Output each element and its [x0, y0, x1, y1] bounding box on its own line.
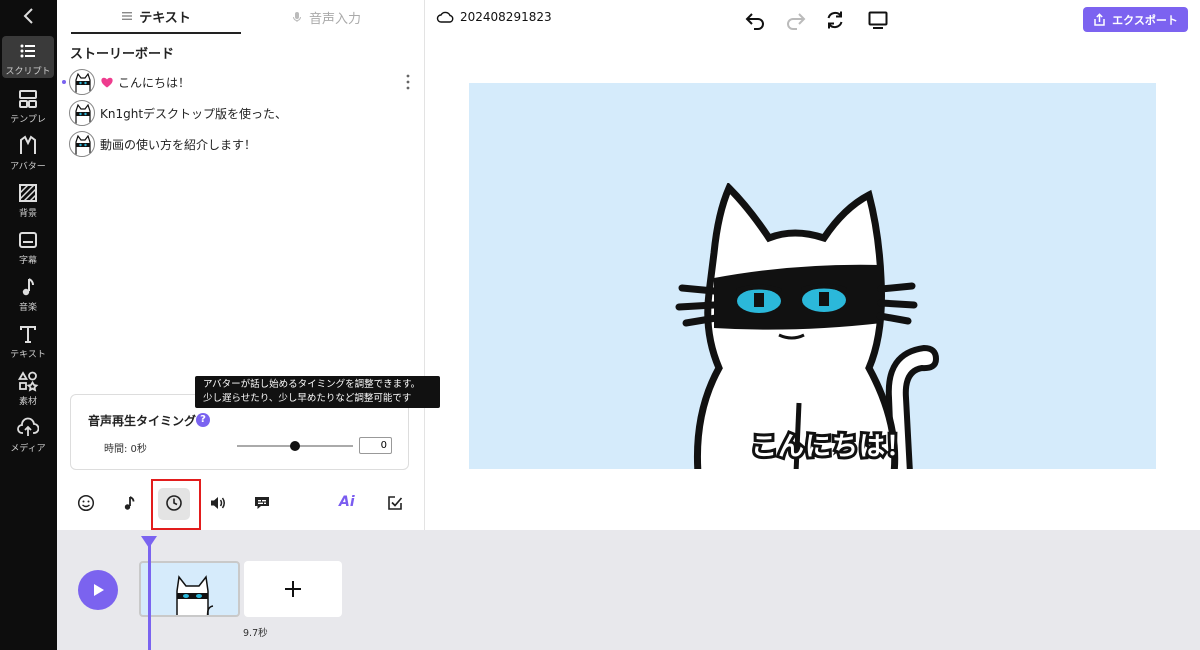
emotion-button[interactable] [71, 488, 101, 518]
timing-time-label: 時間: 0秒 [104, 444, 147, 455]
scene-text[interactable]: 動画の使い方を紹介します！ [100, 136, 256, 153]
help-icon[interactable]: ? [196, 413, 210, 427]
left-rail: スクリプト テンプレ アバター 背景 字幕 音楽 テキスト 素材 メディア [0, 0, 57, 650]
chat-bubble-icon [255, 497, 269, 509]
cat-avatar-icon [75, 103, 91, 125]
upload-icon [17, 417, 39, 436]
music-button[interactable] [114, 488, 144, 518]
timing-tooltip: アバターが話し始めるタイミングを調整できます。 少し遅らせたり、少し早めたりなど… [195, 376, 440, 408]
scene-item[interactable]: こんにちは！ [57, 68, 425, 96]
timing-value-input[interactable] [359, 437, 392, 454]
project-name[interactable]: 202408291823 [436, 8, 552, 26]
slider-thumb[interactable] [290, 441, 300, 451]
assets-icon [17, 371, 39, 392]
music-note-icon [124, 496, 135, 510]
play-icon [94, 584, 104, 596]
tab-voice-input[interactable]: 音声入力 [241, 0, 411, 34]
timeline-clip[interactable] [139, 561, 240, 617]
clip-duration: 9.7秒 [243, 628, 268, 639]
sidebar-item-label: スクリプト [5, 67, 51, 77]
preview-caption: こんにちは！ [748, 429, 915, 465]
share-icon [1094, 13, 1105, 26]
cat-avatar-icon [75, 72, 91, 94]
confirm-button[interactable] [380, 488, 410, 518]
playhead-handle[interactable] [141, 536, 157, 548]
avatar [69, 131, 95, 157]
sidebar-item-background[interactable]: 背景 [2, 178, 54, 220]
tab-label: 音声入力 [308, 11, 361, 27]
sidebar-item-label: アバター [10, 162, 46, 172]
avatar [69, 100, 95, 126]
template-icon [19, 90, 37, 108]
sidebar-item-script[interactable]: スクリプト [2, 36, 54, 78]
lines-icon [122, 12, 133, 20]
subtitle-icon [19, 232, 37, 248]
avatar [69, 69, 95, 95]
app-window: スクリプト テンプレ アバター 背景 字幕 音楽 テキスト 素材 メディア テキ… [0, 0, 1200, 650]
tab-label: テキスト [139, 10, 191, 26]
avatar-icon [20, 135, 36, 154]
storyboard-title: ストーリーボード [70, 47, 175, 62]
scene-text[interactable]: こんにちは！ [118, 74, 190, 91]
preview-canvas[interactable]: こんにちは！ [469, 83, 1156, 469]
sidebar-item-assets[interactable]: 素材 [2, 366, 54, 408]
ai-button[interactable]: Ai [339, 494, 355, 510]
subtitle-button[interactable] [247, 488, 277, 518]
panel-tabs: テキスト 音声入力 [57, 0, 425, 34]
sidebar-item-label: テキスト [10, 350, 46, 360]
timing-slider[interactable] [237, 441, 353, 451]
undo-icon[interactable] [744, 9, 766, 31]
sidebar-item-avatar[interactable]: アバター [2, 131, 54, 173]
sidebar-item-template[interactable]: テンプレ [2, 84, 54, 126]
checkbox-edit-icon [388, 496, 403, 510]
refresh-icon[interactable] [824, 9, 846, 31]
active-scene-dot [62, 80, 66, 84]
heart-icon [101, 77, 113, 88]
sidebar-item-music[interactable]: 音楽 [2, 272, 54, 314]
back-icon[interactable] [19, 6, 39, 26]
sidebar-item-label: メディア [10, 444, 46, 454]
timing-title: 音声再生タイミング [88, 414, 197, 428]
text-icon [20, 326, 36, 343]
highlight-box [151, 479, 201, 530]
music-icon [22, 278, 34, 296]
project-name-label: 202408291823 [460, 10, 552, 24]
scene-text[interactable]: Kn1ghtデスクトップ版を使った、 [100, 105, 287, 122]
smiley-icon [77, 494, 95, 512]
script-panel: テキスト 音声入力 ストーリーボード こんにちは！ Kn1ghtデスクトップ版を… [57, 0, 425, 530]
more-vertical-icon[interactable] [402, 72, 414, 92]
cat-avatar-icon [75, 134, 91, 156]
sidebar-item-subtitle[interactable]: 字幕 [2, 225, 54, 267]
sidebar-item-label: テンプレ [10, 115, 46, 125]
sidebar-item-label: 字幕 [18, 256, 37, 266]
tooltip-line: 少し遅らせたり、少し早めたりなど調整可能です [203, 393, 412, 404]
sidebar-item-label: 音楽 [18, 303, 37, 313]
sidebar-item-label: 背景 [18, 209, 37, 219]
list-icon [20, 44, 35, 58]
cloud-icon [436, 11, 454, 23]
playhead[interactable] [148, 540, 151, 650]
sidebar-item-label: 素材 [18, 397, 37, 407]
export-label: エクスポート [1112, 13, 1178, 27]
tooltip-line: アバターが話し始めるタイミングを調整できます。 [203, 379, 421, 390]
microphone-icon [292, 12, 301, 22]
screen-icon[interactable] [867, 9, 889, 31]
export-button[interactable]: エクスポート [1083, 7, 1188, 32]
sidebar-item-media[interactable]: メディア [2, 413, 54, 455]
timeline: 9.7秒 [57, 530, 1200, 650]
sidebar-item-text[interactable]: テキスト [2, 319, 54, 361]
clip-thumbnail [176, 575, 214, 615]
volume-button[interactable] [203, 488, 233, 518]
add-clip-button[interactable] [244, 561, 342, 617]
plus-icon [285, 581, 301, 597]
scene-item[interactable]: 動画の使い方を紹介します！ [57, 130, 425, 158]
tab-text[interactable]: テキスト [71, 0, 241, 34]
redo-icon[interactable] [785, 9, 807, 31]
play-button[interactable] [78, 570, 118, 610]
speaker-icon [211, 497, 225, 509]
background-icon [19, 184, 37, 202]
scene-item[interactable]: Kn1ghtデスクトップ版を使った、 [57, 99, 425, 127]
